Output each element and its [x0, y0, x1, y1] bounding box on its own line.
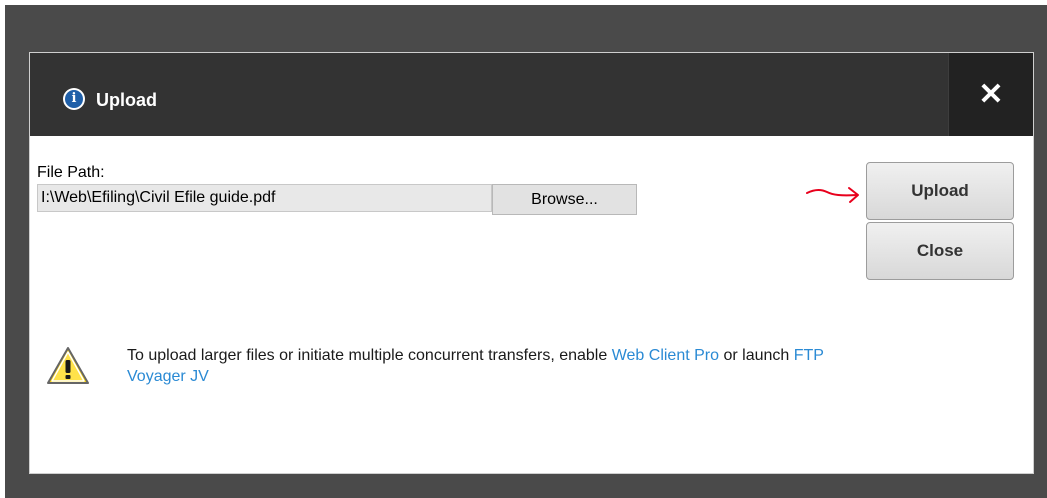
notice-text-start: To upload larger files or initiate multi…: [127, 347, 612, 364]
close-dialog-button[interactable]: ✕: [948, 53, 1033, 136]
red-arrow-annotation: [806, 187, 859, 203]
upload-button[interactable]: Upload: [866, 162, 1014, 220]
upload-dialog: i Upload ✕ File Path: I:\Web\Efiling\Civ…: [29, 52, 1034, 474]
background-strip-left: [0, 0, 5, 498]
web-client-pro-link[interactable]: Web Client Pro: [612, 347, 719, 364]
close-button[interactable]: Close: [866, 222, 1014, 280]
browse-button[interactable]: Browse...: [492, 184, 637, 215]
notice-text-middle: or launch: [719, 347, 794, 364]
dialog-titlebar: i Upload ✕: [30, 53, 1033, 136]
background-strip-top: [0, 0, 1047, 5]
file-path-label: File Path:: [37, 164, 105, 181]
dialog-title: Upload: [96, 90, 157, 110]
info-icon: i: [63, 88, 85, 110]
upload-notice: To upload larger files or initiate multi…: [127, 345, 867, 387]
warning-icon: [47, 347, 89, 384]
file-path-input[interactable]: I:\Web\Efiling\Civil Efile guide.pdf: [37, 184, 492, 212]
close-icon: ✕: [978, 78, 1004, 111]
